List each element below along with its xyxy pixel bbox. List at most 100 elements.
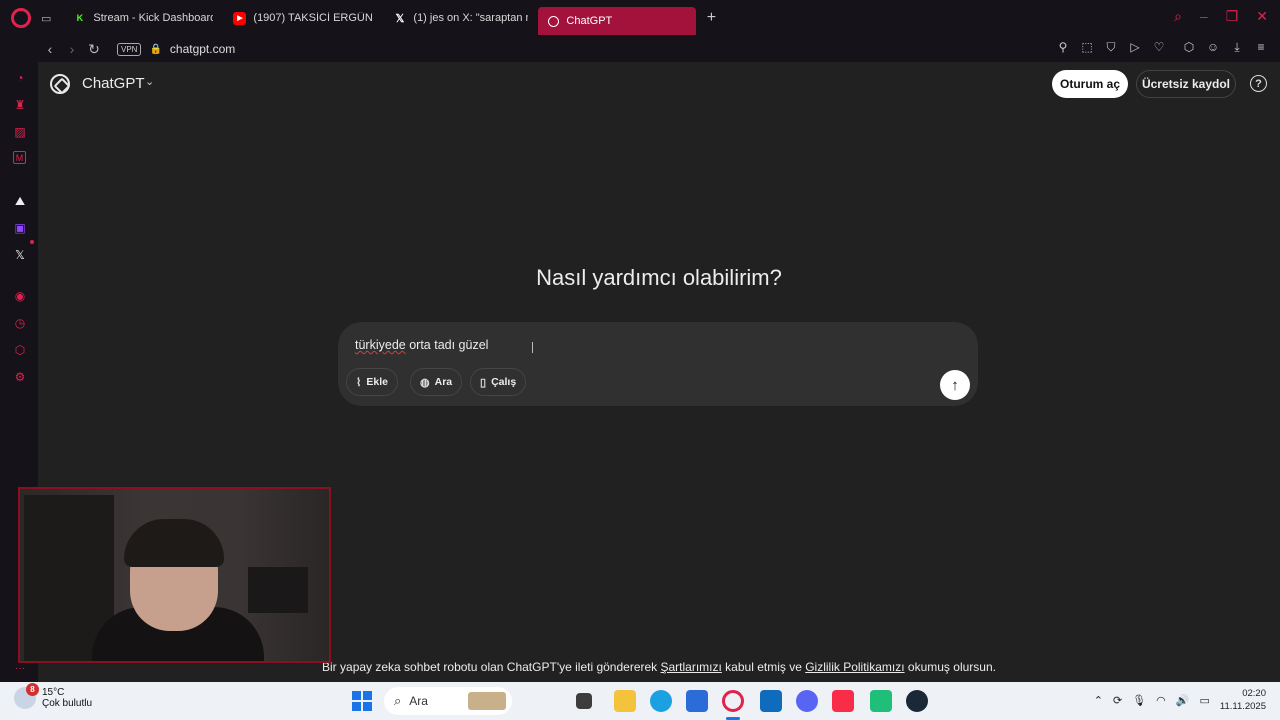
prompt-input[interactable]: türkiyede orta tadı güzel <box>355 338 488 352</box>
footer-text-1: Bir yapay zeka sohbet robotu olan ChatGP… <box>322 660 661 674</box>
battery-icon[interactable]: ▭ <box>1199 694 1209 707</box>
terms-link[interactable]: Şartlarımızı <box>661 660 722 674</box>
prompt-rest: orta tadı güzel <box>405 338 489 352</box>
pin-icon[interactable]: ⚲ <box>1056 40 1070 55</box>
new-tab-button[interactable]: + <box>702 9 720 27</box>
tab-label: ChatGPT <box>566 15 613 27</box>
help-icon[interactable]: ? <box>1250 75 1267 92</box>
study-label: Çalış <box>491 376 517 388</box>
history-icon[interactable]: ◷ <box>12 315 28 331</box>
x-sidebar-icon[interactable]: 𝕏 <box>12 247 28 263</box>
opera-gx-icon[interactable] <box>722 690 744 712</box>
attach-label: Ekle <box>366 376 388 388</box>
profile-icon[interactable]: ☺ <box>1206 40 1220 55</box>
footer-text-3: okumuş olursun. <box>904 660 996 674</box>
microphone-icon[interactable]: 🎙 <box>1132 694 1146 707</box>
youtube-icon: ▶ <box>233 11 247 25</box>
chevron-up-icon[interactable]: ⌃ <box>1094 694 1103 707</box>
book-icon: ▯ <box>480 376 487 389</box>
prompt-composer[interactable]: türkiyede orta tadı güzel ⌇ Ekle ◍ Ara ▯… <box>338 322 978 406</box>
weather-badge: 8 <box>26 683 39 696</box>
study-button[interactable]: ▯ Çalış <box>470 368 527 396</box>
close-icon[interactable]: ✕ <box>1256 8 1268 25</box>
edge-icon[interactable] <box>650 690 672 712</box>
crypto-wallet-icon[interactable]: ♜ <box>12 97 28 113</box>
extensions-sidebar-icon[interactable]: ⬡ <box>12 342 28 358</box>
music-icon[interactable] <box>832 690 854 712</box>
minimize-icon[interactable]: – <box>1200 8 1208 25</box>
notification-dot <box>30 240 34 244</box>
temperature: 15°C <box>42 687 65 698</box>
heart-icon[interactable]: ♡ <box>1152 40 1166 55</box>
discord-icon[interactable] <box>796 690 818 712</box>
search-placeholder: Ara <box>409 694 428 708</box>
tab-chatgpt[interactable]: ChatGPT <box>538 7 697 35</box>
chatgpt-logo-icon[interactable] <box>50 74 70 94</box>
player-icon[interactable]: ◉ <box>12 288 28 304</box>
volume-icon[interactable]: 🔊 <box>1176 694 1190 707</box>
date: 11.11.2025 <box>1219 701 1266 712</box>
back-button[interactable]: ‹ <box>39 38 61 60</box>
game-app-icon[interactable] <box>870 690 892 712</box>
search-icon: ⌕ <box>394 693 402 708</box>
gx-corner-icon[interactable]: ▨ <box>12 124 28 140</box>
twitch-icon[interactable]: ▣ <box>12 220 28 236</box>
clock[interactable]: 02:20 11.11.2025 <box>1220 687 1266 713</box>
file-explorer-icon[interactable] <box>614 690 636 712</box>
webcam-shelf <box>248 567 308 613</box>
extensions-icon[interactable]: ⬡ <box>1182 40 1196 55</box>
search-highlight-image <box>468 692 506 710</box>
misspelled-word: türkiyede <box>355 338 406 352</box>
tab-youtube[interactable]: ▶ (1907) TAKSİCİ ERGÜN V <box>223 6 383 30</box>
search-icon[interactable]: ⌕ <box>1174 8 1182 25</box>
vpn-badge[interactable]: VPN <box>117 42 142 56</box>
address-bar: ‹ › ↻ VPN 🔒 chatgpt.com ⚲ ⬚ ⛉ ▷ ♡ ⬡ ☺ ⤓ … <box>0 36 1280 62</box>
tab-x[interactable]: 𝕏 (1) jes on X: "saraptan ne <box>383 6 538 30</box>
gx-mods-icon[interactable]: M <box>13 151 26 164</box>
weather-widget[interactable]: 8 15°C Çok bulutlu <box>14 683 92 709</box>
footer-text-2: kabul etmiş ve <box>721 660 806 674</box>
tab-kick-dashboard[interactable]: K Stream - Kick Dashboard <box>63 6 223 30</box>
opera-logo-icon[interactable] <box>11 8 31 28</box>
model-selector-label[interactable]: ChatGPT <box>82 75 145 92</box>
search-button[interactable]: ◍ Ara <box>410 368 463 396</box>
restore-icon[interactable]: ❐ <box>1226 8 1239 25</box>
lock-icon[interactable]: 🔒 <box>149 44 161 55</box>
arrow-up-icon: ↑ <box>951 376 959 394</box>
windows-start-icon[interactable] <box>352 691 372 711</box>
forward-button[interactable]: › <box>61 38 83 60</box>
cloud-icon: 8 <box>14 683 39 709</box>
taskbar-search[interactable]: ⌕ Ara <box>384 687 512 715</box>
download-icon[interactable]: ⤓ <box>1230 40 1244 55</box>
time: 02:20 <box>1242 688 1266 699</box>
attach-button[interactable]: ⌇ Ekle <box>346 368 398 396</box>
globe-icon: ◍ <box>420 376 430 389</box>
snapshot-icon[interactable]: ⬚ <box>1080 40 1094 55</box>
tab-label: (1) jes on X: "saraptan ne <box>413 12 529 24</box>
play-icon[interactable]: ▷ <box>1128 40 1142 55</box>
reload-button[interactable]: ↻ <box>83 38 105 60</box>
send-button[interactable]: ↑ <box>940 370 970 400</box>
store-icon[interactable] <box>686 690 708 712</box>
page-title: Nasıl yardımcı olabilirim? <box>536 265 782 290</box>
login-button[interactable]: Oturum aç <box>1052 70 1128 98</box>
aria-icon[interactable]: ◔ <box>12 70 28 86</box>
chatgpt-icon <box>548 15 560 27</box>
sync-icon[interactable]: ⟳ <box>1113 694 1122 707</box>
url-field[interactable]: chatgpt.com <box>170 42 235 56</box>
tab-list-icon[interactable]: ▭ <box>41 12 51 25</box>
task-view-icon[interactable] <box>576 693 592 709</box>
kick-sidebar-icon[interactable]: ⛰ <box>12 193 28 209</box>
privacy-link[interactable]: Gizlilik Politikamızı <box>805 660 904 674</box>
steam-icon[interactable] <box>906 690 928 712</box>
wifi-icon[interactable]: ◠ <box>1156 694 1166 707</box>
signup-button[interactable]: Ücretsiz kaydol <box>1136 70 1236 98</box>
settings-icon[interactable]: ⚙ <box>12 369 28 385</box>
shield-icon[interactable]: ⛉ <box>1104 40 1118 55</box>
kick-icon: K <box>76 13 84 23</box>
outlook-icon[interactable] <box>760 690 782 712</box>
chevron-down-icon[interactable]: ⌄ <box>145 75 154 88</box>
menu-icon[interactable]: ≡ <box>1254 40 1268 55</box>
browser-tab-bar: ▭ K Stream - Kick Dashboard ▶ (1907) TAK… <box>0 0 1280 36</box>
text-cursor <box>532 342 533 353</box>
